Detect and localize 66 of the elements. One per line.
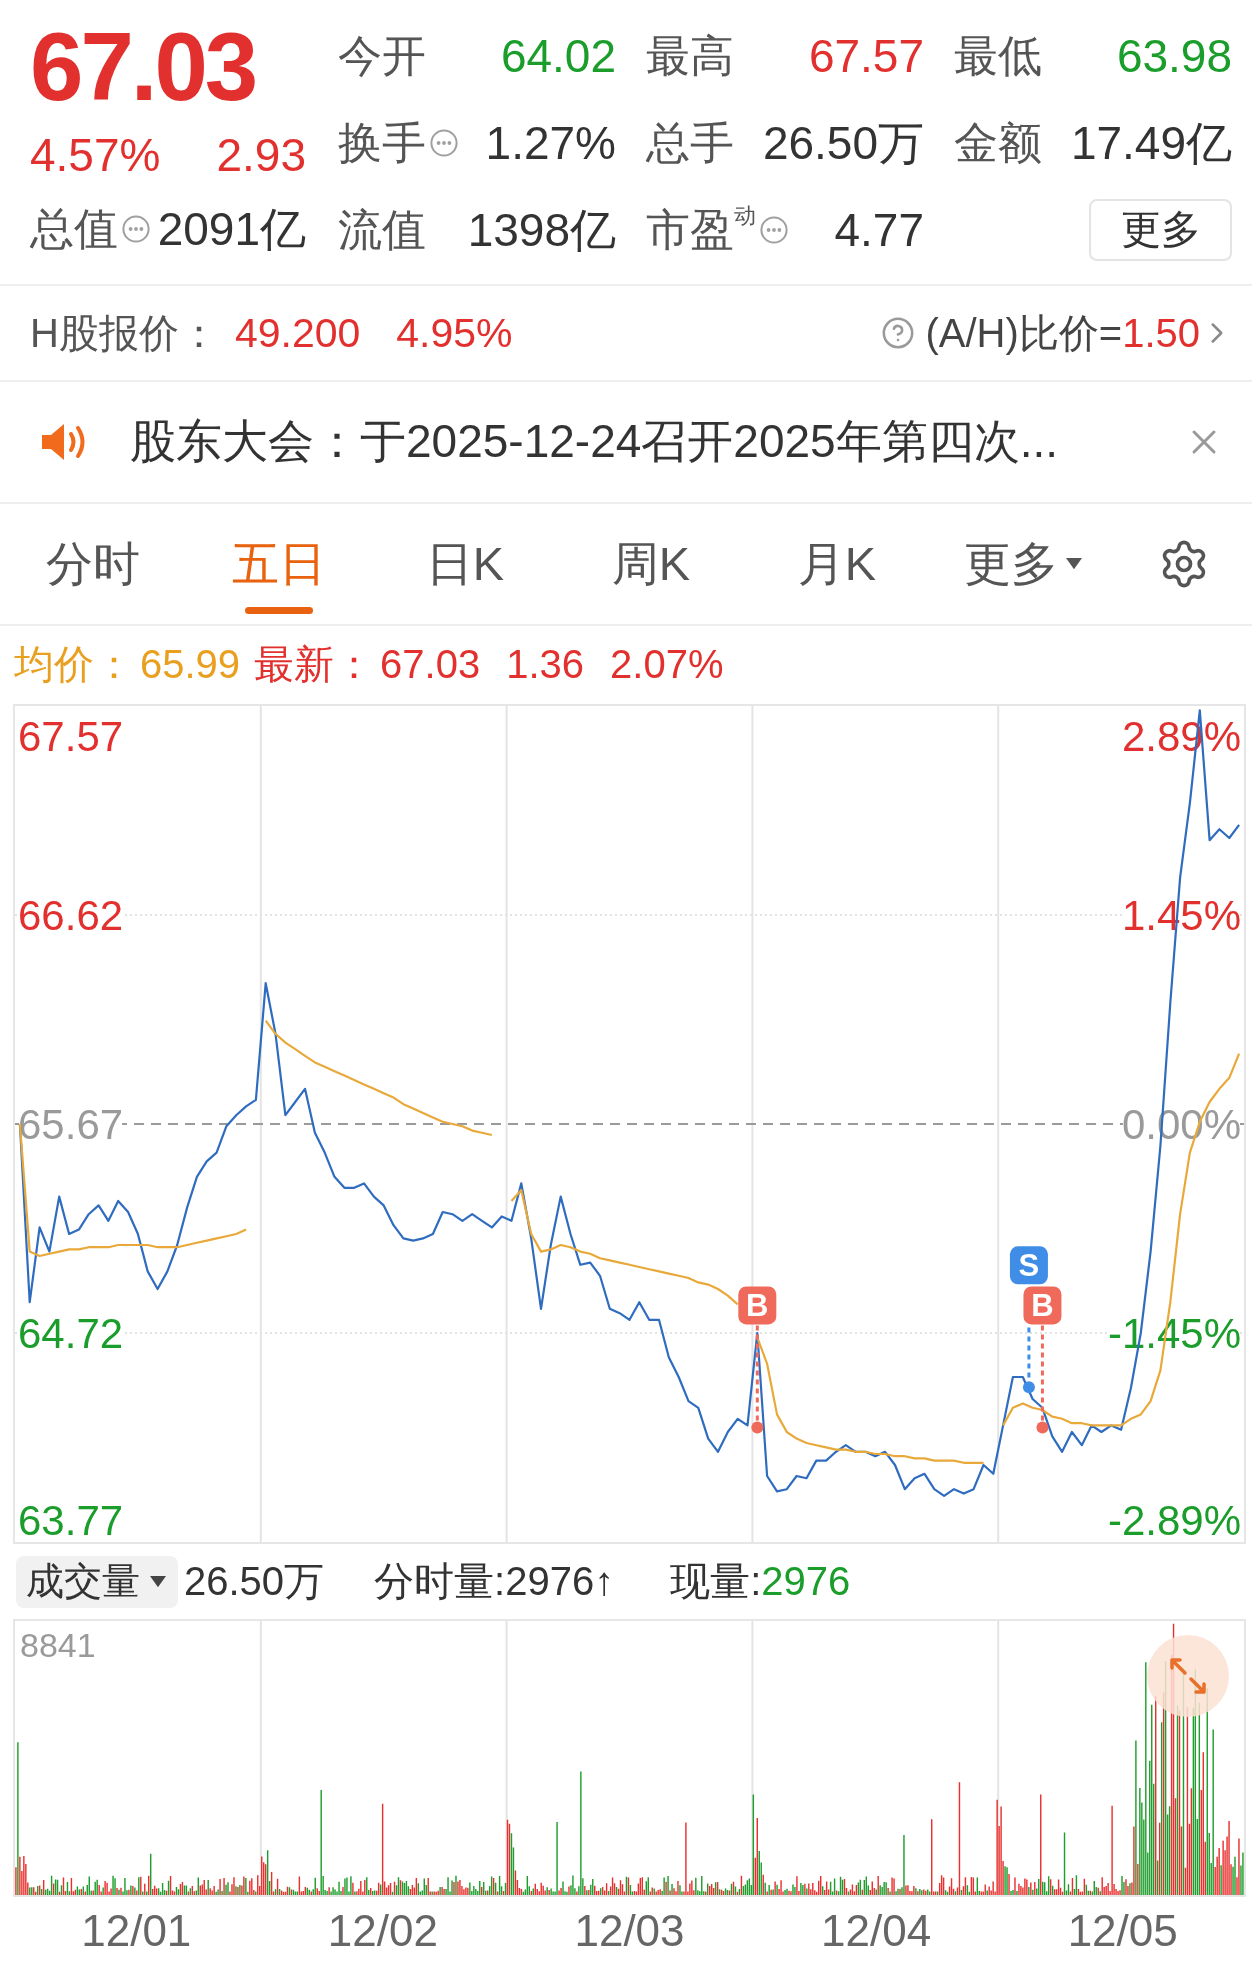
- volume-max-label: 8841: [20, 1626, 96, 1664]
- total-volume: 26.50万: [184, 1558, 325, 1605]
- h-share-change: 4.95%: [396, 309, 513, 357]
- stat-value: 4.77: [834, 204, 924, 255]
- stat-label: 总值: [30, 204, 118, 254]
- current-volume-value: 2976: [761, 1559, 851, 1604]
- stat-label: 金额: [954, 117, 1042, 168]
- period-volume: 分时量:2976↑: [374, 1558, 615, 1605]
- trade-signal-badge: B: [1023, 1286, 1062, 1325]
- average-price-label: 均价：: [14, 640, 134, 688]
- annotation: B: [746, 1288, 769, 1324]
- latest-price-value: 67.03: [380, 641, 481, 687]
- stat-value: 1.27%: [485, 117, 616, 168]
- ah-ratio-value: 1.50: [1122, 310, 1200, 356]
- h-share-label: H股报价：: [30, 309, 219, 357]
- change-amount: 2.93: [216, 130, 306, 180]
- stat-label: 市盈$^{动}$: [646, 204, 756, 255]
- stat-label: 换手: [338, 117, 426, 168]
- date-axis-label: 12/02: [327, 1905, 438, 1956]
- price-axis-label: 63.77: [18, 1497, 124, 1542]
- annotation: B: [1031, 1288, 1054, 1324]
- ellipsis-circle-icon[interactable]: [430, 128, 458, 157]
- ah-ratio-label: (A/H)比价=: [925, 309, 1123, 357]
- stat-value: 63.98: [1116, 30, 1232, 81]
- caret-icon: [150, 1575, 166, 1588]
- change-amount: 1.36: [506, 641, 585, 687]
- more-button[interactable]: 更多: [1089, 198, 1232, 261]
- stat-label: 最低: [954, 30, 1042, 81]
- expand-icon[interactable]: [1147, 1635, 1229, 1717]
- stat-label: 最高: [646, 30, 734, 81]
- stat-value: 67.57: [808, 30, 924, 81]
- caret-icon: [1066, 558, 1082, 570]
- date-axis-label: 12/03: [574, 1905, 685, 1956]
- chart-tab[interactable]: 分时: [0, 504, 186, 624]
- date-axis-label: 12/01: [81, 1905, 192, 1956]
- latest-price-label: 最新：: [254, 640, 375, 688]
- chart-tab[interactable]: 月K: [744, 504, 930, 624]
- percent-axis-label: -2.89%: [1107, 1497, 1241, 1542]
- volume-selector[interactable]: 成交量: [16, 1555, 178, 1608]
- date-axis-label: 12/05: [1067, 1905, 1178, 1956]
- average-price-value: 65.99: [140, 641, 241, 687]
- help-icon[interactable]: [881, 316, 916, 350]
- stat-value: 2091亿: [157, 204, 306, 254]
- ellipsis-circle-icon[interactable]: [122, 215, 150, 243]
- chart-tab[interactable]: 更多: [930, 504, 1116, 624]
- stat-value: 26.50万: [762, 117, 924, 168]
- stat-value: 64.02: [500, 30, 616, 81]
- stat-value: 17.49亿: [1070, 117, 1232, 168]
- change-percent: 2.07%: [610, 641, 724, 687]
- trade-signal-badge: B: [738, 1286, 777, 1325]
- last-price: 67.03: [30, 20, 256, 114]
- ellipsis-circle-icon[interactable]: [760, 215, 788, 244]
- stat-label: 总手: [646, 117, 734, 168]
- current-volume-label: 现量:: [670, 1558, 762, 1605]
- date-axis-label: 12/04: [821, 1905, 932, 1956]
- chart-tab[interactable]: 日K: [372, 504, 558, 624]
- trade-signal-badge: S: [1009, 1246, 1048, 1285]
- notice-text[interactable]: 股东大会：于2025-12-24召开2025年第四次...: [130, 411, 1058, 473]
- change-percent: 4.57%: [30, 130, 161, 180]
- chart-tab[interactable]: 周K: [558, 504, 744, 624]
- stat-value: 1398亿: [467, 204, 616, 255]
- stat-label: 今开: [338, 30, 426, 81]
- annotation: S: [1018, 1248, 1040, 1284]
- h-share-price: 49.200: [234, 309, 361, 357]
- price-axis-label: 67.57: [18, 713, 124, 760]
- stat-label: 流值: [338, 204, 426, 255]
